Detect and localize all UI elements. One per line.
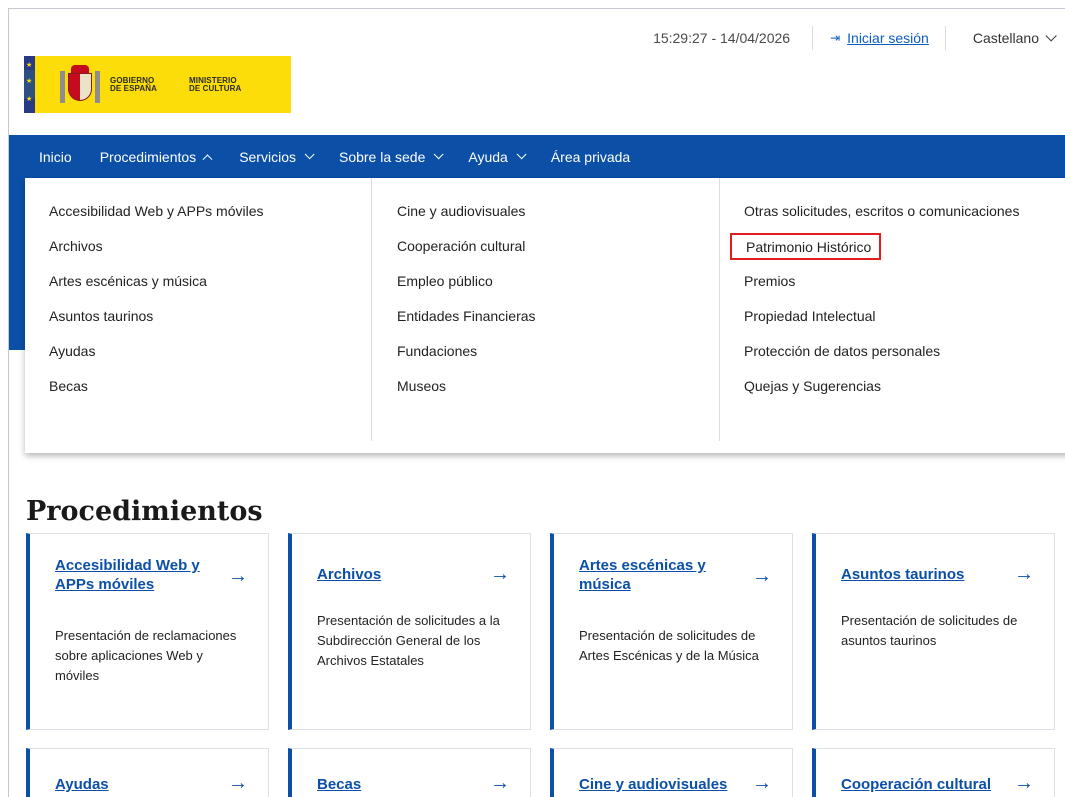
- nav-item-inicio[interactable]: Inicio: [9, 135, 86, 178]
- chevron-up-icon: [202, 154, 213, 165]
- star-icon: ★: [26, 96, 33, 103]
- star-icon: ★: [26, 78, 33, 85]
- procedure-card-title[interactable]: Archivos: [317, 565, 480, 584]
- coat-of-arms-icon: [60, 64, 100, 105]
- government-logo[interactable]: ★ ★ ★ GOBIERNO DE ESPAÑA MINISTERIO DE C…: [24, 56, 291, 113]
- language-selector[interactable]: Castellano: [946, 26, 1065, 50]
- procedure-card-title[interactable]: Cine y audiovisuales: [579, 775, 742, 794]
- login-label[interactable]: Iniciar sesión: [847, 30, 929, 46]
- dropdown-link[interactable]: Fundaciones: [397, 343, 719, 378]
- dropdown-link[interactable]: Entidades Financieras: [397, 308, 719, 343]
- procedure-card-description: Presentación de solicitudes a la Subdire…: [317, 613, 500, 668]
- procedimientos-dropdown: Accesibilidad Web y APPs móviles Archivo…: [25, 178, 1065, 453]
- arrow-right-icon: →: [1014, 772, 1034, 794]
- top-bar: 15:29:27 - 14/04/2026 ⇥ Iniciar sesión C…: [653, 26, 1065, 50]
- procedure-card-title[interactable]: Asuntos taurinos: [841, 565, 1004, 584]
- procedure-card[interactable]: Cooperación cultural →: [812, 748, 1055, 797]
- dropdown-link[interactable]: Asuntos taurinos: [49, 308, 371, 343]
- dropdown-link[interactable]: Becas: [49, 378, 371, 413]
- eu-flag-strip: ★ ★ ★: [24, 56, 35, 113]
- procedure-card[interactable]: Archivos → Presentación de solicitudes a…: [288, 533, 531, 730]
- dropdown-link[interactable]: Museos: [397, 378, 719, 413]
- dropdown-link-highlighted[interactable]: Patrimonio Histórico: [730, 233, 882, 260]
- hero-background: [9, 178, 25, 350]
- main-nav: Inicio Procedimientos Servicios Sobre la…: [9, 135, 1065, 178]
- dropdown-link[interactable]: Archivos: [49, 238, 371, 273]
- procedure-card-description: Presentación de solicitudes de Artes Esc…: [579, 628, 759, 663]
- nav-item-servicios[interactable]: Servicios: [225, 135, 325, 178]
- dropdown-link[interactable]: Quejas y Sugerencias: [744, 378, 1065, 413]
- nav-item-area-privada[interactable]: Área privada: [537, 135, 644, 178]
- procedure-card-title[interactable]: Ayudas: [55, 775, 218, 794]
- arrow-right-icon: →: [752, 772, 772, 794]
- chevron-down-icon: [516, 149, 527, 160]
- procedure-card-title[interactable]: Cooperación cultural: [841, 775, 1004, 794]
- dropdown-link[interactable]: Artes escénicas y música: [49, 273, 371, 308]
- star-icon: ★: [26, 62, 33, 69]
- logo-ministerio-text: MINISTERIO DE CULTURA: [189, 75, 242, 93]
- dropdown-link[interactable]: Accesibilidad Web y APPs móviles: [49, 203, 371, 238]
- arrow-right-icon: →: [228, 565, 248, 587]
- nav-item-sobre-la-sede[interactable]: Sobre la sede: [325, 135, 454, 178]
- arrow-right-icon: →: [490, 772, 510, 794]
- procedure-card[interactable]: Accesibilidad Web y APPs móviles → Prese…: [26, 533, 269, 730]
- dropdown-link[interactable]: Cooperación cultural: [397, 238, 719, 273]
- page-title: Procedimientos: [26, 496, 263, 527]
- dropdown-link[interactable]: Cine y audiovisuales: [397, 203, 719, 238]
- procedure-card-title[interactable]: Accesibilidad Web y APPs móviles: [55, 557, 200, 593]
- procedure-card[interactable]: Becas →: [288, 748, 531, 797]
- nav-item-ayuda[interactable]: Ayuda: [454, 135, 536, 178]
- procedure-card[interactable]: Asuntos taurinos → Presentación de solic…: [812, 533, 1055, 730]
- dropdown-column-1: Accesibilidad Web y APPs móviles Archivo…: [25, 178, 372, 441]
- procedure-card[interactable]: Artes escénicas y música → Presentación …: [550, 533, 793, 730]
- language-label: Castellano: [972, 30, 1039, 46]
- dropdown-link[interactable]: Ayudas: [49, 343, 371, 378]
- login-icon: ⇥: [830, 31, 841, 45]
- logo-gobierno-text: GOBIERNO DE ESPAÑA: [110, 75, 157, 93]
- chevron-down-icon: [304, 149, 315, 160]
- arrow-right-icon: →: [1014, 563, 1034, 585]
- arrow-right-icon: →: [228, 772, 248, 794]
- procedure-card[interactable]: Ayudas →: [26, 748, 269, 797]
- nav-item-procedimientos[interactable]: Procedimientos: [86, 135, 226, 178]
- page-frame: 15:29:27 - 14/04/2026 ⇥ Iniciar sesión C…: [8, 8, 1065, 797]
- login-link[interactable]: ⇥ Iniciar sesión: [813, 26, 946, 50]
- procedure-card-description: Presentación de reclamaciones sobre apli…: [55, 628, 237, 683]
- chevron-down-icon: [1045, 30, 1057, 42]
- arrow-right-icon: →: [752, 565, 772, 587]
- procedure-card[interactable]: Cine y audiovisuales →: [550, 748, 793, 797]
- dropdown-column-2: Cine y audiovisuales Cooperación cultura…: [372, 178, 720, 441]
- procedure-card-title[interactable]: Becas: [317, 775, 480, 794]
- procedure-card-description: Presentación de solicitudes de asuntos t…: [841, 613, 1018, 648]
- dropdown-link[interactable]: Propiedad Intelectual: [744, 308, 1065, 343]
- dropdown-link[interactable]: Protección de datos personales: [744, 343, 1065, 378]
- dropdown-link[interactable]: Empleo público: [397, 273, 719, 308]
- arrow-right-icon: →: [490, 563, 510, 585]
- datetime-display: 15:29:27 - 14/04/2026: [653, 26, 814, 50]
- chevron-down-icon: [434, 149, 444, 160]
- procedure-card-title[interactable]: Artes escénicas y música: [579, 557, 706, 593]
- dropdown-link[interactable]: Premios: [744, 273, 1065, 308]
- dropdown-column-3: Otras solicitudes, escritos o comunicaci…: [720, 178, 1065, 453]
